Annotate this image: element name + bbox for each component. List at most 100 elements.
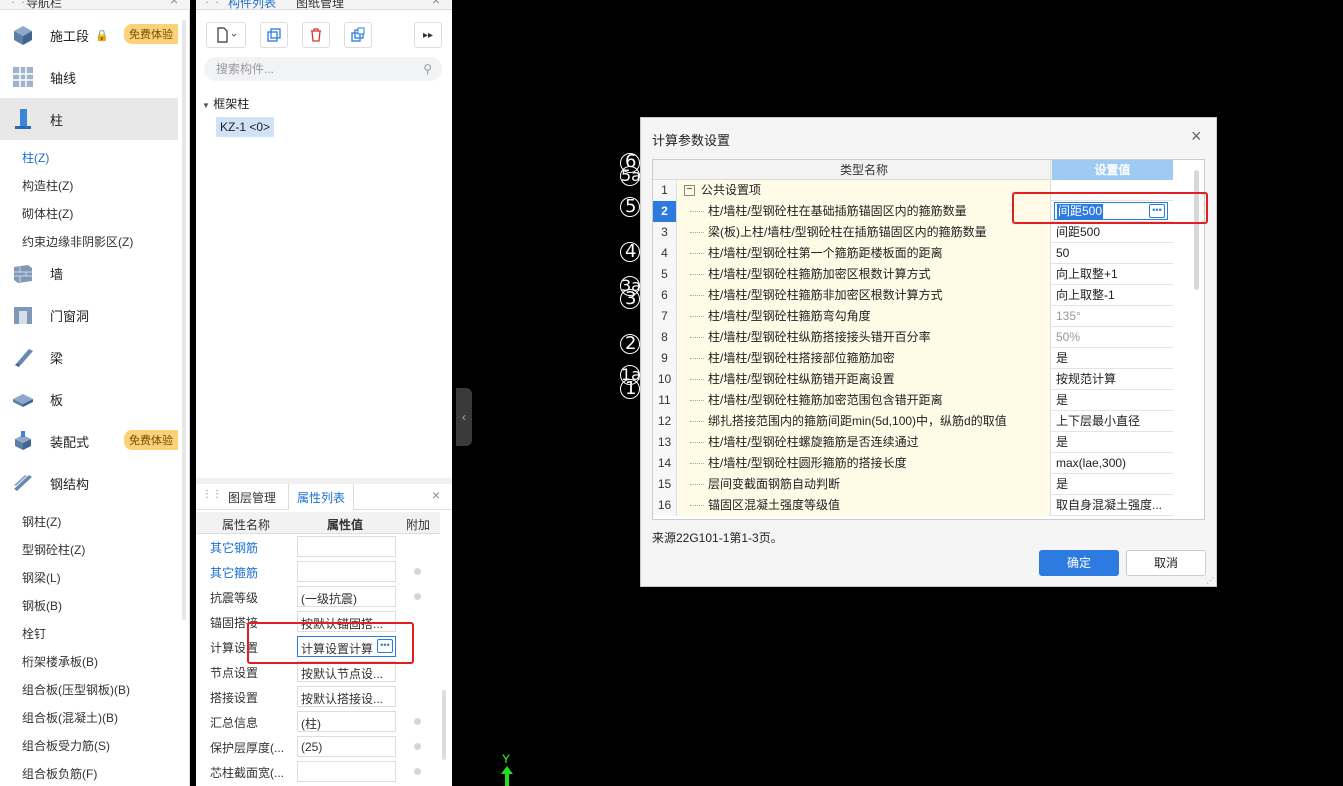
grid-row[interactable]: 9 柱/墙柱/型钢砼柱搭接部位箍筋加密 是	[653, 348, 1173, 369]
close-icon[interactable]: ×	[432, 487, 440, 503]
grid-row[interactable]: 3 梁(板)上柱/墙柱/型钢砼柱在插筋锚固区内的箍筋数量 间距500	[653, 222, 1173, 243]
property-value[interactable]: (25)	[297, 736, 396, 757]
nav-item-edge-zone[interactable]: 约束边缘非阴影区(Z)	[22, 233, 133, 250]
property-value[interactable]: (一级抗震)	[297, 586, 396, 607]
category-prefab[interactable]: 装配式 免费体验	[0, 420, 178, 462]
grid-row[interactable]: 12 绑扎搭接范围内的箍筋间距min(5d,100)中，纵筋d的取值 上下层最小…	[653, 411, 1173, 432]
copy-to-floor-button[interactable]	[344, 22, 372, 48]
collapse-minus-icon[interactable]: −	[684, 185, 695, 197]
row-name: 柱/墙柱/型钢砼柱箍筋非加密区根数计算方式	[708, 288, 943, 302]
delete-button[interactable]	[302, 22, 330, 48]
tab-drawing-management[interactable]: 图纸管理	[296, 0, 344, 11]
category-axis[interactable]: 轴线	[0, 56, 178, 98]
property-value[interactable]	[297, 761, 396, 782]
nav-item-stud[interactable]: 栓钉	[22, 625, 46, 642]
property-value[interactable]: 按默认搭接设...	[297, 686, 396, 707]
tree-node-frame-column[interactable]: ▼ 框架柱	[202, 95, 249, 112]
tab-component-list[interactable]: 构件列表	[228, 0, 276, 11]
close-icon[interactable]: ×	[432, 0, 440, 8]
drag-handle-icon[interactable]: ⋮⋮	[202, 489, 222, 500]
row-value[interactable]: 是	[1052, 432, 1173, 453]
grid-row[interactable]: 6 柱/墙柱/型钢砼柱箍筋非加密区根数计算方式 向上取整-1	[653, 285, 1173, 306]
tab-layer-management[interactable]: 图层管理	[228, 489, 276, 506]
more-button[interactable]: ▸▸	[414, 22, 442, 48]
grid-row[interactable]: 14 柱/墙柱/型钢砼柱圆形箍筋的搭接长度 max(lae,300)	[653, 453, 1173, 474]
nav-item-steel-column[interactable]: 钢柱(Z)	[22, 513, 61, 530]
nav-item-composite-slab-concrete[interactable]: 组合板(混凝土)(B)	[22, 709, 118, 726]
nav-item-construction-column[interactable]: 构造柱(Z)	[22, 177, 73, 194]
nav-item-steel-beam[interactable]: 钢梁(L)	[22, 569, 61, 586]
property-row: 其它箍筋	[196, 559, 440, 584]
collapse-panel-handle[interactable]: ‹	[456, 388, 472, 446]
row-number: 7	[653, 306, 677, 327]
resize-grip-icon[interactable]: ⋰	[1206, 576, 1214, 585]
category-door-window[interactable]: 门窗洞	[0, 294, 178, 336]
attach-checkbox[interactable]	[414, 718, 421, 725]
row-value[interactable]: 50%	[1052, 327, 1173, 348]
grid-row[interactable]: 16 锚固区混凝土强度等级值 取自身混凝土强度...	[653, 495, 1173, 516]
property-value[interactable]	[297, 536, 396, 557]
row-value[interactable]: 向上取整-1	[1052, 285, 1173, 306]
property-scrollbar[interactable]	[442, 690, 446, 760]
grid-row[interactable]: 8 柱/墙柱/型钢砼柱纵筋搭接接头错开百分率 50%	[653, 327, 1173, 348]
tab-property-list[interactable]: 属性列表	[288, 484, 355, 510]
tree-item-kz1[interactable]: KZ-1 <0>	[216, 117, 275, 137]
attach-checkbox[interactable]	[414, 593, 421, 600]
category-beam[interactable]: 梁	[0, 336, 178, 378]
free-trial-badge[interactable]: 免费体验	[124, 24, 178, 44]
row-value[interactable]: 50	[1052, 243, 1173, 264]
collapse-triangle-icon[interactable]: ▼	[202, 101, 210, 110]
nav-item-steel-plate[interactable]: 钢板(B)	[22, 597, 62, 614]
drag-handle-icon[interactable]: ⋮⋮	[8, 0, 28, 5]
new-component-button[interactable]	[206, 22, 246, 48]
row-value[interactable]: 间距500	[1052, 222, 1173, 243]
nav-item-masonry-column[interactable]: 砌体柱(Z)	[22, 205, 73, 222]
drag-handle-icon[interactable]: ⋮⋮	[202, 0, 222, 5]
row-value[interactable]: 是	[1052, 474, 1173, 495]
category-construction-section[interactable]: 施工段 🔒 免费体验	[0, 14, 178, 56]
category-wall[interactable]: 墙	[0, 252, 178, 294]
nav-item-composite-slab-deck[interactable]: 组合板(压型钢板)(B)	[22, 681, 130, 698]
category-column[interactable]: 柱	[0, 98, 178, 140]
row-value[interactable]: 取自身混凝土强度...	[1052, 495, 1173, 516]
row-value[interactable]: 按规范计算	[1052, 369, 1173, 390]
row-value[interactable]: max(lae,300)	[1052, 453, 1173, 474]
row-value[interactable]: 向上取整+1	[1052, 264, 1173, 285]
grid-row[interactable]: 11 柱/墙柱/型钢砼柱箍筋加密范围包含错开距离 是	[653, 390, 1173, 411]
property-name[interactable]: 其它箍筋	[210, 564, 258, 581]
cancel-button[interactable]: 取消	[1126, 550, 1206, 576]
row-value[interactable]: 135°	[1052, 306, 1173, 327]
grid-row[interactable]: 10 柱/墙柱/型钢砼柱纵筋错开距离设置 按规范计算	[653, 369, 1173, 390]
nav-item-composite-slab-negative[interactable]: 组合板负筋(F)	[22, 765, 97, 782]
nav-scrollbar[interactable]	[182, 20, 186, 620]
attach-checkbox[interactable]	[414, 743, 421, 750]
grid-scrollbar[interactable]	[1194, 170, 1199, 290]
nav-item-truss-deck[interactable]: 桁架楼承板(B)	[22, 653, 98, 670]
nav-item-composite-slab-rebar[interactable]: 组合板受力筋(S)	[22, 737, 110, 754]
search-input[interactable]: 搜索构件... ⚲	[204, 57, 442, 81]
search-icon[interactable]: ⚲	[423, 57, 432, 81]
attach-checkbox[interactable]	[414, 768, 421, 775]
category-steel[interactable]: 钢结构	[0, 462, 178, 504]
grid-row[interactable]: 7 柱/墙柱/型钢砼柱箍筋弯勾角度 135°	[653, 306, 1173, 327]
attach-checkbox[interactable]	[414, 568, 421, 575]
free-trial-badge[interactable]: 免费体验	[124, 430, 178, 450]
category-slab[interactable]: 板	[0, 378, 178, 420]
copy-button[interactable]	[260, 22, 288, 48]
property-value[interactable]	[297, 561, 396, 582]
close-icon[interactable]: ×	[1191, 126, 1202, 147]
property-value[interactable]: (柱)	[297, 711, 396, 732]
property-name[interactable]: 其它钢筋	[210, 539, 258, 556]
nav-item-column[interactable]: 柱(Z)	[22, 149, 49, 166]
row-value[interactable]: 是	[1052, 390, 1173, 411]
nav-item-src-column[interactable]: 型钢砼柱(Z)	[22, 541, 85, 558]
close-icon[interactable]: ×	[170, 0, 178, 8]
grid-row[interactable]: 15 层间变截面钢筋自动判断 是	[653, 474, 1173, 495]
property-value[interactable]: 按默认节点设...	[297, 661, 396, 682]
row-value[interactable]: 是	[1052, 348, 1173, 369]
grid-row[interactable]: 4 柱/墙柱/型钢砼柱第一个箍筋距楼板面的距离 50	[653, 243, 1173, 264]
row-value[interactable]: 上下层最小直径	[1052, 411, 1173, 432]
grid-row[interactable]: 13 柱/墙柱/型钢砼柱螺旋箍筋是否连续通过 是	[653, 432, 1173, 453]
grid-row[interactable]: 5 柱/墙柱/型钢砼柱箍筋加密区根数计算方式 向上取整+1	[653, 264, 1173, 285]
ok-button[interactable]: 确定	[1039, 550, 1119, 576]
